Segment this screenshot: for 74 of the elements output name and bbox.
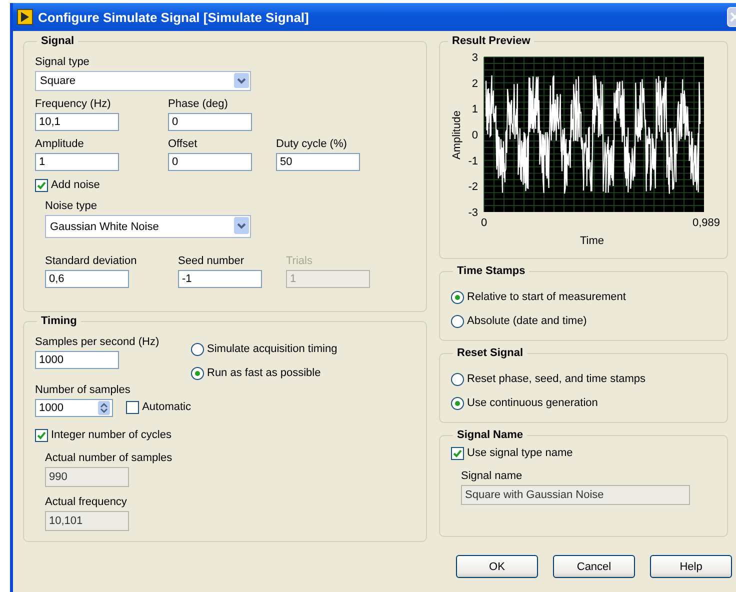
tick-label: 0 [472, 130, 478, 142]
radio-label: Simulate acquisition timing [207, 343, 338, 355]
radio-label: Relative to start of measurement [467, 291, 626, 303]
field-label: Number of samples [35, 383, 132, 397]
tick-label: 0,989 [692, 217, 720, 229]
tick-label: 3 [472, 52, 478, 64]
checkbox[interactable] [451, 446, 464, 460]
field-label: Duty cycle (%) [276, 137, 348, 151]
checkbox[interactable] [35, 428, 48, 442]
dialog-button[interactable]: OK [456, 555, 538, 578]
input-field[interactable]: 0,6 [45, 270, 129, 288]
spinner-arrows-icon[interactable] [98, 401, 110, 415]
radio-button[interactable] [451, 372, 464, 386]
app-icon [17, 9, 33, 25]
group-title: Result Preview [451, 35, 532, 47]
chevron-down-icon [234, 217, 249, 234]
tick-label: -3 [468, 207, 478, 219]
checkbox-label: Add noise [51, 179, 100, 191]
radio-button[interactable] [451, 396, 464, 410]
field-label: Offset [168, 137, 198, 151]
field-label: Frequency (Hz) [35, 97, 112, 111]
radio-label: Reset phase, seed, and time stamps [467, 373, 646, 385]
checkbox[interactable] [35, 178, 48, 192]
axis-label: Amplitude [451, 110, 463, 160]
field-label: Samples per second (Hz) [35, 335, 160, 349]
radio-button[interactable] [191, 342, 204, 356]
field-label: Signal name [461, 469, 524, 483]
input-field[interactable]: 0 [168, 153, 252, 171]
dialog-button[interactable]: Help [650, 555, 732, 578]
noise-type-dropdown[interactable]: Gaussian White Noise [45, 215, 251, 238]
checkbox[interactable] [126, 400, 140, 414]
group-title: Reset Signal [456, 347, 524, 359]
checkbox-label: Use signal type name [467, 447, 573, 459]
chevron-down-icon [234, 73, 249, 88]
signal-type-dropdown[interactable]: Square [35, 71, 251, 91]
input-field[interactable]: 0 [168, 113, 252, 131]
field-label: Standard deviation [45, 254, 138, 268]
input-field[interactable]: 1 [35, 153, 119, 171]
spinner-field[interactable]: 1000 [35, 399, 114, 417]
field-label: Phase (deg) [168, 97, 229, 111]
radio-label: Run as fast as possible [207, 367, 321, 379]
input-field: Square with Gaussian Noise [461, 485, 690, 505]
input-field[interactable]: 50 [276, 153, 360, 171]
radio-button[interactable] [191, 366, 204, 380]
tick-label: 1 [472, 104, 478, 116]
checkbox-label: Automatic [142, 401, 191, 413]
field-label: Actual frequency [45, 495, 128, 509]
input-field[interactable]: 1000 [35, 351, 119, 369]
input-field: 10,101 [45, 511, 129, 531]
radio-button[interactable] [451, 290, 464, 304]
dialog-button[interactable]: Cancel [553, 555, 635, 578]
field-label: Seed number [178, 254, 246, 268]
radio-label: Use continuous generation [467, 397, 598, 409]
tick-label: -2 [468, 181, 478, 194]
tick-label: 0 [480, 217, 488, 229]
field-label: Noise type [45, 199, 98, 213]
field-label: Signal type [35, 55, 90, 69]
input-field: 990 [45, 467, 129, 487]
input-field[interactable]: 10,1 [35, 113, 119, 131]
group-title: Time Stamps [456, 265, 526, 277]
field-label: Trials [286, 254, 314, 268]
checkbox-label: Integer number of cycles [51, 429, 172, 441]
field-label: Actual number of samples [45, 451, 174, 465]
group-title: Timing [40, 315, 78, 327]
axis-label: Time [580, 235, 604, 247]
radio-label: Absolute (date and time) [467, 315, 587, 327]
group-title: Signal Name [456, 429, 524, 441]
radio-button[interactable] [451, 314, 464, 328]
input-field[interactable]: -1 [178, 270, 262, 288]
tick-label: -1 [468, 155, 478, 168]
group-title: Signal [40, 35, 76, 47]
window-title: Configure Simulate Signal [Simulate Signal] [38, 10, 309, 24]
field-label: Amplitude [35, 137, 85, 151]
tick-label: 2 [472, 78, 478, 90]
